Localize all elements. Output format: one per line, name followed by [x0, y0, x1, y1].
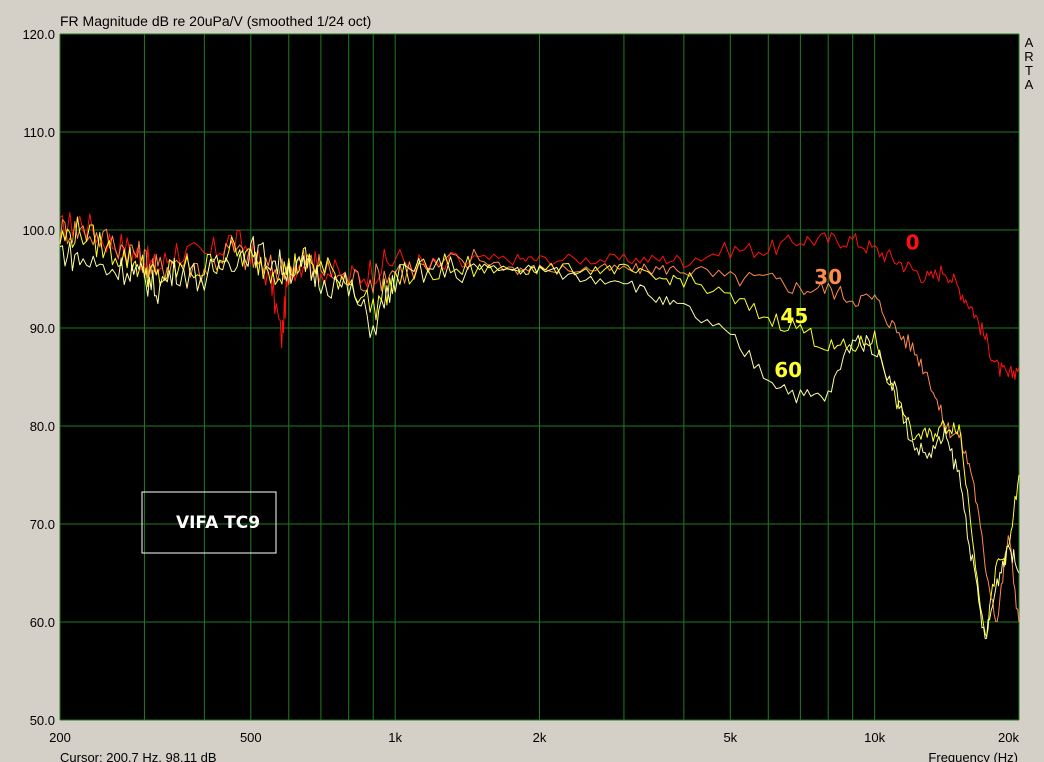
y-tick-label: 60.0: [30, 615, 55, 630]
legend-box-text: VIFA TC9: [176, 513, 260, 533]
grid: [59, 33, 1020, 721]
y-tick-label: 50.0: [30, 713, 55, 728]
x-axis-tick-labels: 200 500 1k 2k 5k 10k 20k: [49, 730, 1019, 745]
y-axis-tick-labels: 50.0 60.0 70.0 80.0 90.0 100.0 110.0 120.0: [22, 27, 55, 728]
frequency-response-chart: FR Magnitude dB re 20uPa/V (smoothed 1/2…: [22, 13, 1033, 762]
x-tick-label: 1k: [388, 730, 402, 745]
side-letter: R: [1024, 49, 1033, 64]
side-letter: A: [1025, 35, 1034, 50]
cursor-readout: Cursor: 200.7 Hz, 98.11 dB: [60, 750, 217, 762]
x-tick-label: 2k: [533, 730, 547, 745]
x-tick-label: 10k: [864, 730, 885, 745]
x-tick-label: 500: [240, 730, 262, 745]
y-tick-label: 120.0: [22, 27, 55, 42]
y-tick-label: 70.0: [30, 517, 55, 532]
y-tick-label: 110.0: [23, 125, 55, 140]
y-tick-label: 90.0: [30, 321, 55, 336]
y-tick-label: 80.0: [30, 419, 55, 434]
series-label-0: 0: [906, 231, 920, 255]
side-letter: T: [1025, 63, 1033, 78]
x-tick-label: 5k: [723, 730, 737, 745]
arta-side-label: ARTA: [1024, 35, 1033, 92]
series-label-30: 30: [814, 265, 842, 289]
x-tick-label: 200: [49, 730, 71, 745]
x-tick-label: 20k: [998, 730, 1019, 745]
series-label-60: 60: [774, 358, 802, 382]
y-tick-label: 100.0: [22, 223, 55, 238]
chart-title: FR Magnitude dB re 20uPa/V (smoothed 1/2…: [60, 13, 371, 29]
x-axis-label: Frequency (Hz): [928, 750, 1018, 762]
series-label-45: 45: [780, 304, 808, 328]
side-letter: A: [1025, 77, 1034, 92]
